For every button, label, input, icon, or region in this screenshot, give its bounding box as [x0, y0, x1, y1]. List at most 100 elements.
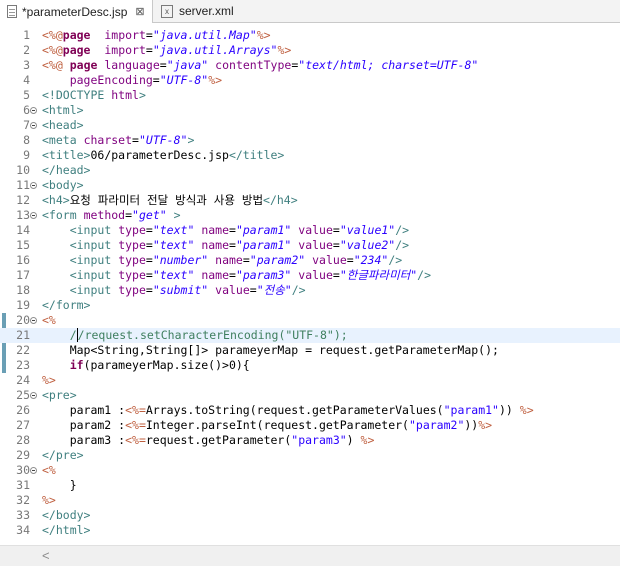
code-line[interactable]: 32 %> — [0, 493, 620, 508]
code-line[interactable]: 18 <input type="submit" value="전송"/> — [0, 283, 620, 298]
close-icon[interactable]: ⊠ — [135, 5, 144, 18]
code-token: "param2" — [408, 418, 465, 432]
code-token: Integer.parseInt(request.getParameter( — [145, 418, 409, 432]
code-token: request.getParameter( — [145, 433, 292, 447]
code-token: "param2" — [249, 253, 306, 267]
code-line[interactable]: 34 </html> — [0, 523, 620, 538]
code-token: <input — [69, 223, 112, 237]
code-token: </html> — [42, 523, 91, 537]
tab-server-xml[interactable]: x server.xml — [153, 0, 263, 22]
code-token: "number" — [152, 253, 209, 267]
code-line[interactable]: 25 <pre> — [0, 388, 620, 403]
line-number: 3 — [23, 58, 30, 72]
line-number: 8 — [23, 133, 30, 147]
line-number: 18 — [16, 283, 30, 297]
code-line[interactable]: 15 <input type="text" name="param1" valu… — [0, 238, 620, 253]
code-line[interactable]: 7 <head> — [0, 118, 620, 133]
code-line[interactable]: 16 <input type="number" name="param2" va… — [0, 253, 620, 268]
code-token: /> — [395, 223, 410, 237]
line-number: 19 — [16, 298, 30, 312]
line-number: 10 — [16, 163, 30, 177]
fold-toggle-icon[interactable] — [30, 317, 37, 324]
tab-parameterdesc-jsp[interactable]: *parameterDesc.jsp ⊠ — [0, 0, 153, 23]
code-token: /> — [291, 283, 306, 297]
code-line[interactable]: 2 <%@page import="java.util.Arrays"%> — [0, 43, 620, 58]
code-line[interactable]: 4 pageEncoding="UTF-8"%> — [0, 73, 620, 88]
code-token: 요청 파라미터 전달 방식과 사용 방법 — [69, 193, 264, 207]
code-token: <%@ — [42, 28, 63, 42]
code-token: <%@ — [42, 58, 63, 72]
code-line[interactable]: 22 Map<String,String[]> parameyerMap = r… — [0, 343, 620, 358]
line-number: 25 — [16, 388, 30, 402]
code-token: page — [62, 28, 91, 42]
code-token: /> — [388, 253, 403, 267]
code-line[interactable]: 31 } — [0, 478, 620, 493]
fold-toggle-icon[interactable] — [30, 392, 37, 399]
code-line[interactable]: 19 </form> — [0, 298, 620, 313]
code-line[interactable]: 8 <meta charset="UTF-8"> — [0, 133, 620, 148]
code-line[interactable]: 5 <!DOCTYPE html> — [0, 88, 620, 103]
code-token: = — [145, 283, 153, 297]
code-line[interactable]: 23 if(parameyerMap.size()>0){ — [0, 358, 620, 373]
code-line[interactable]: 21 //request.setCharacterEncoding("UTF-8… — [0, 328, 620, 343]
code-token: "value2" — [339, 238, 396, 252]
code-line[interactable]: 14 <input type="text" name="param1" valu… — [0, 223, 620, 238]
code-line[interactable]: 20 <% — [0, 313, 620, 328]
code-token: <% — [42, 313, 56, 327]
tab-title: server.xml — [179, 4, 234, 18]
line-number: 6 — [23, 103, 30, 117]
code-token: type — [118, 238, 146, 252]
line-number: 33 — [16, 508, 30, 522]
code-token: <title> — [42, 148, 91, 162]
code-token: if — [69, 358, 84, 372]
code-line[interactable]: 26 param1 :<%=Arrays.toString(request.ge… — [0, 403, 620, 418]
code-line[interactable]: 30 <% — [0, 463, 620, 478]
code-line[interactable]: 6 <html> — [0, 103, 620, 118]
line-number: 29 — [16, 448, 30, 462]
code-line[interactable]: 9 <title>06/parameterDesc.jsp</title> — [0, 148, 620, 163]
fold-toggle-icon[interactable] — [30, 467, 37, 474]
code-text: <title>06/parameterDesc.jsp</title> — [42, 148, 284, 163]
code-token: value — [312, 253, 347, 267]
code-line[interactable]: 24 %> — [0, 373, 620, 388]
code-line[interactable]: 17 <input type="text" name="param3" valu… — [0, 268, 620, 283]
code-token: "한글파라미터" — [339, 268, 418, 282]
code-line[interactable]: 28 param3 :<%=request.getParameter("para… — [0, 433, 620, 448]
code-line[interactable]: 29 </pre> — [0, 448, 620, 463]
code-line[interactable]: 33 </body> — [0, 508, 620, 523]
code-line[interactable]: 12 <h4>요청 파라미터 전달 방식과 사용 방법</h4> — [0, 193, 620, 208]
code-token: value — [215, 283, 250, 297]
code-editor[interactable]: 1 <%@page import="java.util.Map"%> 2 <%@pag… — [0, 23, 620, 543]
code-token: %> — [478, 418, 493, 432]
line-number: 17 — [16, 268, 30, 282]
line-number: 2 — [23, 43, 30, 57]
code-token: </h4> — [263, 193, 298, 207]
code-token: "text" — [152, 268, 195, 282]
tab-title: *parameterDesc.jsp — [22, 4, 128, 19]
fold-toggle-icon[interactable] — [30, 212, 37, 219]
code-line[interactable]: 27 param2 :<%=Integer.parseInt(request.g… — [0, 418, 620, 433]
code-text: </pre> — [42, 448, 84, 463]
line-number: 16 — [16, 253, 30, 267]
code-token: charset — [83, 133, 133, 147]
horizontal-scrollbar[interactable]: < — [0, 545, 620, 566]
code-text: //request.setCharacterEncoding("UTF-8"); — [42, 328, 348, 343]
code-token: type — [118, 253, 146, 267]
code-token: request.setCharacterEncoding("UTF-8"); — [84, 328, 348, 342]
scroll-left-icon[interactable]: < — [42, 548, 50, 563]
fold-toggle-icon[interactable] — [30, 122, 37, 129]
fold-toggle-icon[interactable] — [30, 107, 37, 114]
line-number: 30 — [16, 463, 30, 477]
code-line[interactable]: 13 <form method="get" > — [0, 208, 620, 223]
code-line[interactable]: 3 <%@ page language="java" contentType="t… — [0, 58, 620, 73]
code-line[interactable]: 10 </head> — [0, 163, 620, 178]
code-token: = — [152, 73, 160, 87]
code-token: = — [332, 223, 340, 237]
code-token: = — [145, 43, 153, 57]
fold-toggle-icon[interactable] — [30, 182, 37, 189]
code-line[interactable]: 1 <%@page import="java.util.Map"%> — [0, 28, 620, 43]
code-line[interactable]: 11 <body> — [0, 178, 620, 193]
code-token: type — [118, 283, 146, 297]
code-token: page — [69, 58, 98, 72]
code-token: = — [332, 268, 340, 282]
